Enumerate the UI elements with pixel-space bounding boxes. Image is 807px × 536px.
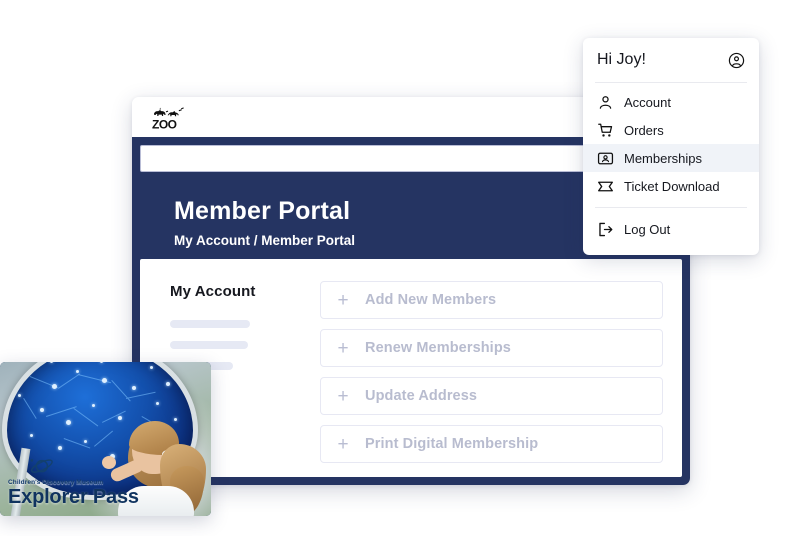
menu-item-label: Memberships bbox=[624, 150, 703, 166]
plus-icon: + bbox=[337, 337, 349, 359]
dropdown-footer: Log Out bbox=[583, 208, 759, 244]
museum-name: Children's Discovery Museum bbox=[8, 479, 104, 486]
accordion-update-address[interactable]: + Update Address bbox=[320, 377, 663, 415]
accordion-print-digital-membership[interactable]: + Print Digital Membership bbox=[320, 425, 663, 463]
menu-item-label: Log Out bbox=[624, 221, 671, 237]
my-account-heading: My Account bbox=[170, 283, 256, 300]
accordion-list: + Add New Members + Renew Memberships + … bbox=[298, 281, 666, 463]
svg-text:ZOO: ZOO bbox=[152, 118, 177, 131]
accordion-label: Update Address bbox=[365, 388, 478, 404]
accordion-renew-memberships[interactable]: + Renew Memberships bbox=[320, 329, 663, 367]
pass-title: Explorer Pass bbox=[8, 486, 139, 508]
greeting-text: Hi Joy! bbox=[597, 51, 646, 68]
account-dropdown-menu: Hi Joy! Account Orders Memberships Ticke… bbox=[583, 38, 759, 255]
portal-content-panel: My Account + Add New Members + Renew Mem… bbox=[140, 259, 682, 477]
menu-item-memberships[interactable]: Memberships bbox=[583, 144, 759, 172]
shopping-cart-icon bbox=[598, 123, 613, 137]
planet-icon bbox=[30, 459, 53, 473]
menu-item-orders[interactable]: Orders bbox=[583, 116, 759, 144]
account-circle-icon[interactable] bbox=[728, 52, 745, 69]
ticket-icon bbox=[598, 181, 613, 191]
screenshot-stage: ZOO Member Portal My Account / Member Po… bbox=[0, 0, 807, 536]
logout-icon bbox=[599, 222, 613, 236]
accordion-label: Print Digital Membership bbox=[365, 436, 539, 452]
zoo-logo-icon[interactable]: ZOO bbox=[148, 104, 188, 130]
menu-item-label: Ticket Download bbox=[624, 178, 720, 194]
explorer-pass-card[interactable]: Children's Discovery Museum Explorer Pas… bbox=[0, 362, 211, 516]
id-card-icon bbox=[597, 152, 614, 164]
dropdown-header: Hi Joy! bbox=[583, 38, 759, 82]
menu-item-ticket-download[interactable]: Ticket Download bbox=[583, 172, 759, 200]
menu-item-account[interactable]: Account bbox=[583, 88, 759, 116]
dropdown-item-list: Account Orders Memberships Ticket Downlo… bbox=[583, 83, 759, 200]
accordion-label: Renew Memberships bbox=[365, 340, 511, 356]
accordion-label: Add New Members bbox=[365, 292, 497, 308]
plus-icon: + bbox=[337, 289, 349, 311]
menu-item-label: Account bbox=[624, 94, 671, 110]
plus-icon: + bbox=[337, 385, 349, 407]
accordion-add-new-members[interactable]: + Add New Members bbox=[320, 281, 663, 319]
menu-item-label: Orders bbox=[624, 122, 664, 138]
plus-icon: + bbox=[337, 433, 349, 455]
skeleton-line bbox=[170, 320, 250, 328]
menu-item-log-out[interactable]: Log Out bbox=[583, 214, 759, 244]
pass-branding: Children's Discovery Museum Explorer Pas… bbox=[8, 456, 139, 508]
skeleton-line bbox=[170, 341, 248, 349]
person-icon bbox=[599, 95, 612, 109]
